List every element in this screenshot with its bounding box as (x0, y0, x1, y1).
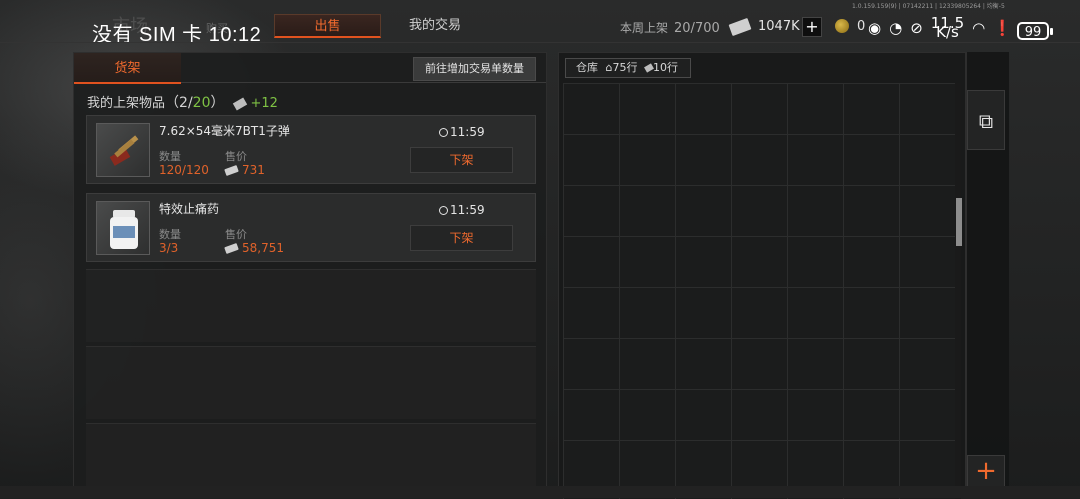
weekly-label: 本周上架 (620, 21, 669, 35)
stack-layers-button[interactable]: ⧉ (967, 90, 1005, 150)
warehouse-scrollbar[interactable] (955, 83, 961, 499)
warehouse-label: 仓库 (576, 61, 598, 74)
empty-listing-slot (86, 269, 536, 342)
mute-icon: ⊘ (910, 19, 923, 37)
price-value-wrap: 731 (224, 163, 265, 177)
top-bar: 市场 购买 没有 SIM 卡 10:12 出售 我的交易 本周上架 20/700 … (0, 0, 1080, 52)
pill-bottle-icon (110, 210, 138, 249)
item-name: 7.62×54毫米7BT1子弹 (159, 124, 290, 138)
money-icon (224, 164, 239, 177)
listing-timer: 11:59 (439, 203, 485, 217)
listed-bonus: +12 (250, 96, 278, 111)
ticket-icon (233, 97, 248, 110)
empty-listing-slot (86, 346, 536, 419)
warehouse-scroll-thumb[interactable] (956, 198, 962, 246)
listed-open-paren: （ (165, 95, 180, 111)
eye-icon: ◉ (868, 19, 882, 37)
delist-button[interactable]: 下架 (410, 225, 513, 251)
listed-item-card[interactable]: 特效止痛药 数量 售价 3/3 58,751 11:59 下架 (86, 193, 536, 262)
expand-warehouse-button[interactable]: + (967, 455, 1005, 487)
warehouse-panel: 仓库 ⌂75行 10行 (558, 52, 966, 499)
speed-unit: K/s (936, 23, 959, 41)
money-balance: 1047K (728, 17, 800, 36)
item-thumbnail-ammo (96, 123, 150, 177)
price-label: 售价 (225, 150, 247, 163)
battery-indicator: 99 (1017, 22, 1053, 40)
weekly-listing: 本周上架 20/700 (620, 19, 720, 36)
alarm-icon: ◔ (889, 19, 903, 37)
quantity-value: 120/120 (159, 163, 209, 177)
item-name: 特效止痛药 (159, 202, 220, 216)
layers-icon: ⧉ (978, 109, 994, 133)
shelf-panel: 货架 前往增加交易单数量 我的上架物品（2/20） +12 7.62×54毫米7B… (73, 52, 547, 498)
quantity-value: 3/3 (159, 241, 179, 255)
warehouse-extra-rows: 10行 (652, 61, 678, 74)
shelf-tab-divider (181, 82, 546, 83)
warehouse-grid[interactable] (563, 83, 955, 499)
warehouse-header: 仓库 ⌂75行 10行 (565, 58, 691, 78)
money-icon (728, 17, 752, 36)
listed-item-card[interactable]: 7.62×54毫米7BT1子弹 数量 售价 120/120 731 11:59 … (86, 115, 536, 184)
listed-close-paren: ） (210, 95, 225, 111)
quantity-label: 数量 (159, 150, 181, 163)
price-value: 731 (242, 163, 265, 177)
price-value: 58,751 (242, 241, 284, 255)
listed-items-header: 我的上架物品（2/20） +12 (87, 92, 278, 112)
tab-my-trade[interactable]: 我的交易 (385, 14, 485, 38)
bottom-strip (0, 486, 1080, 498)
money-icon (224, 242, 239, 255)
wifi-icon: ◠ (972, 19, 986, 37)
add-money-button[interactable]: + (802, 17, 822, 37)
clock-icon (439, 128, 448, 137)
tab-sell[interactable]: 出售 (274, 14, 381, 38)
listing-timer: 11:59 (439, 125, 485, 139)
topbar-divider (0, 42, 1080, 43)
version-info: 1.0.159.159(9) | 07142211 | 12339805264 … (852, 3, 1005, 10)
quantity-label: 数量 (159, 228, 181, 241)
listed-max: 20 (192, 95, 211, 111)
weekly-value: 20/700 (674, 21, 720, 36)
network-speed: 11.5 K/s (931, 16, 964, 40)
listed-label: 我的上架物品 (87, 96, 166, 111)
delist-button[interactable]: 下架 (410, 147, 513, 173)
money-value: 1047K (758, 19, 800, 34)
timer-value: 11:59 (450, 203, 485, 217)
warehouse-rows: 75行 (612, 61, 638, 74)
alert-icon: ❗ (993, 19, 1012, 37)
ammo-box-icon (109, 135, 139, 166)
coin-value: 0 (857, 19, 866, 34)
item-thumbnail-painkiller (96, 201, 150, 255)
add-trade-slots-button[interactable]: 前往增加交易单数量 (413, 57, 536, 81)
listed-used: 2 (179, 95, 188, 111)
clock-icon (439, 206, 448, 215)
system-icons: ◉ ◔ ⊘ 11.5 K/s ◠ ❗ (868, 16, 1012, 40)
timer-value: 11:59 (450, 125, 485, 139)
price-value-wrap: 58,751 (224, 241, 284, 255)
coin-icon (835, 19, 849, 33)
tab-shelf[interactable]: 货架 (74, 53, 181, 84)
price-label: 售价 (225, 228, 247, 241)
